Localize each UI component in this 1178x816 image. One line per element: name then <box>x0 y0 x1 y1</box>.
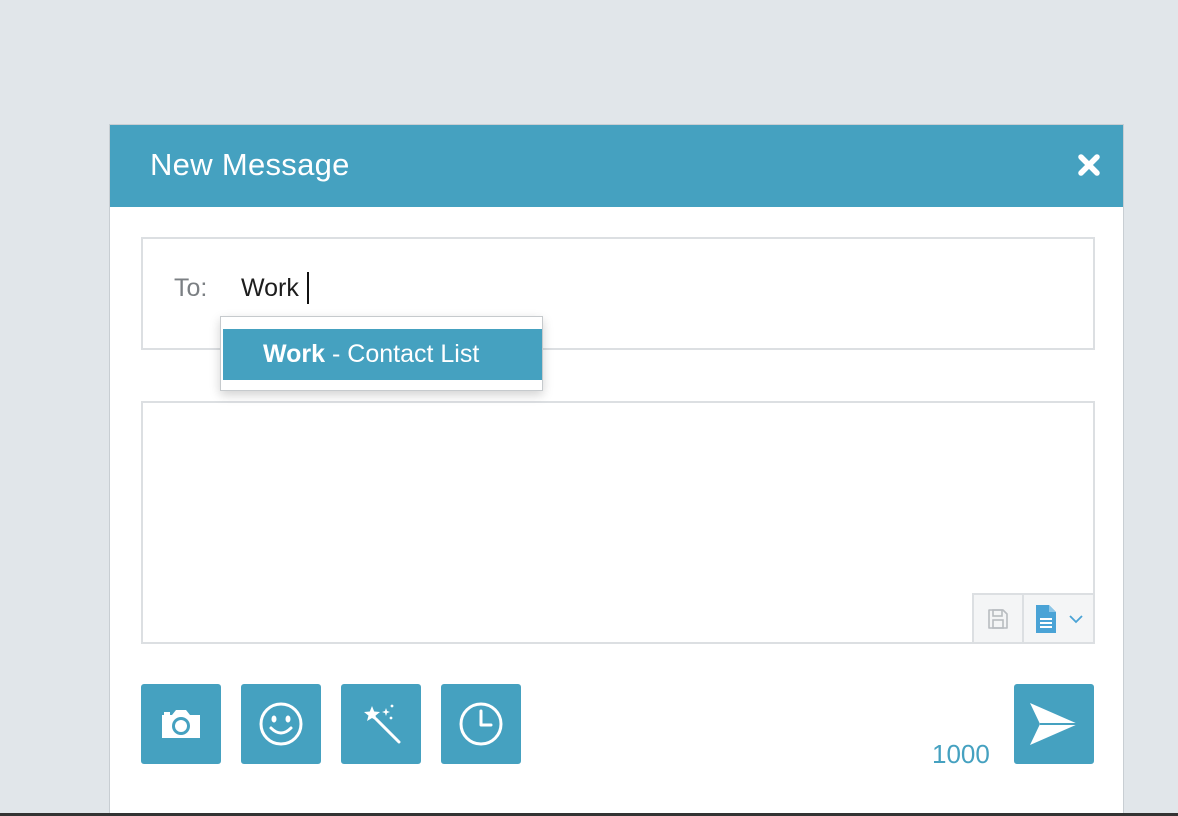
recipient-input-value: Work <box>241 274 299 302</box>
save-icon <box>988 608 1008 629</box>
to-label: To: <box>174 274 208 302</box>
close-icon[interactable] <box>1077 153 1101 177</box>
recipient-input[interactable]: Work <box>241 271 309 305</box>
suggestion-match-text: Work <box>263 340 326 368</box>
template-dropdown-button[interactable] <box>1024 593 1095 644</box>
chevron-down-icon <box>1068 614 1083 623</box>
attach-photo-button[interactable] <box>141 684 221 764</box>
document-icon <box>1035 604 1056 633</box>
character-count: 1000 <box>932 739 990 769</box>
message-body-input[interactable] <box>141 401 1095 644</box>
text-caret <box>306 272 309 304</box>
emoji-button[interactable] <box>241 684 321 764</box>
clock-icon <box>459 702 503 746</box>
camera-icon <box>162 710 200 738</box>
suggestion-item-work-contact-list[interactable]: Work - Contact List <box>223 329 542 380</box>
magic-wand-button[interactable] <box>341 684 421 764</box>
schedule-button[interactable] <box>441 684 521 764</box>
dialog-title: New Message <box>150 147 350 182</box>
suggestion-type-text: - Contact List <box>325 340 480 368</box>
send-button[interactable] <box>1014 684 1094 764</box>
smiley-icon <box>259 702 303 746</box>
dialog-header: New Message <box>110 125 1123 207</box>
recipient-suggestion-dropdown: Work - Contact List <box>220 316 543 391</box>
new-message-dialog: New Message To: Work 1000 <box>109 124 1124 816</box>
save-draft-button[interactable] <box>972 593 1024 644</box>
send-icon <box>1030 703 1078 745</box>
magic-wand-icon <box>364 704 401 744</box>
